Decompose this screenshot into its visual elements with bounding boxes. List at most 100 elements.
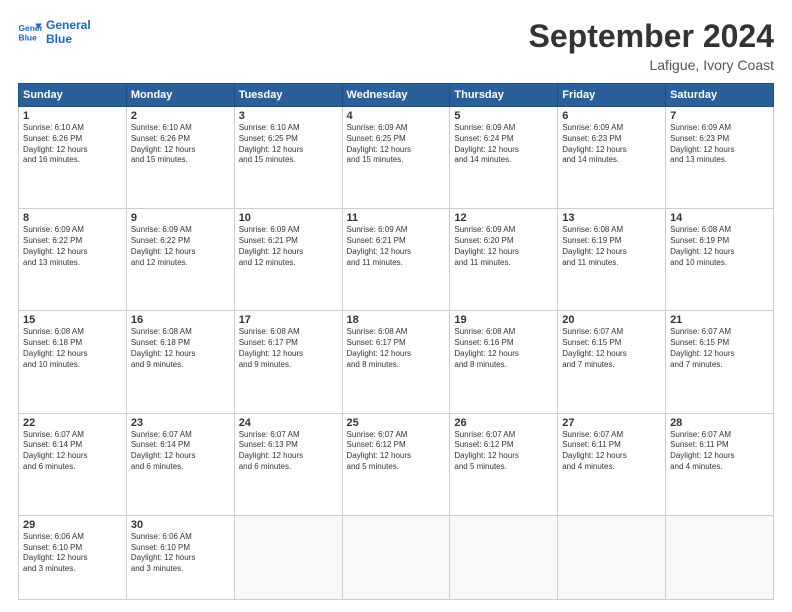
day-number: 22 <box>23 417 122 429</box>
day-info: Sunrise: 6:09 AMSunset: 6:23 PMDaylight:… <box>670 123 769 166</box>
day-info: Sunrise: 6:08 AMSunset: 6:18 PMDaylight:… <box>23 327 122 370</box>
title-block: September 2024 Lafigue, Ivory Coast <box>529 18 774 73</box>
day-number: 8 <box>23 212 122 224</box>
page-header: General Blue General Blue September 2024… <box>18 18 774 73</box>
day-info: Sunrise: 6:09 AMSunset: 6:21 PMDaylight:… <box>347 225 446 268</box>
day-number: 26 <box>454 417 553 429</box>
day-info: Sunrise: 6:09 AMSunset: 6:20 PMDaylight:… <box>454 225 553 268</box>
calendar-cell <box>450 515 558 599</box>
calendar-cell: 13Sunrise: 6:08 AMSunset: 6:19 PMDayligh… <box>558 209 666 311</box>
calendar-cell: 16Sunrise: 6:08 AMSunset: 6:18 PMDayligh… <box>126 311 234 413</box>
calendar-cell: 17Sunrise: 6:08 AMSunset: 6:17 PMDayligh… <box>234 311 342 413</box>
day-number: 15 <box>23 314 122 326</box>
weekday-header-wednesday: Wednesday <box>342 84 450 107</box>
day-number: 25 <box>347 417 446 429</box>
day-number: 7 <box>670 110 769 122</box>
calendar-cell: 21Sunrise: 6:07 AMSunset: 6:15 PMDayligh… <box>666 311 774 413</box>
calendar-cell: 4Sunrise: 6:09 AMSunset: 6:25 PMDaylight… <box>342 107 450 209</box>
day-info: Sunrise: 6:07 AMSunset: 6:13 PMDaylight:… <box>239 430 338 473</box>
calendar-table: SundayMondayTuesdayWednesdayThursdayFrid… <box>18 83 774 600</box>
calendar-cell: 11Sunrise: 6:09 AMSunset: 6:21 PMDayligh… <box>342 209 450 311</box>
day-number: 5 <box>454 110 553 122</box>
calendar-cell: 6Sunrise: 6:09 AMSunset: 6:23 PMDaylight… <box>558 107 666 209</box>
calendar-cell: 14Sunrise: 6:08 AMSunset: 6:19 PMDayligh… <box>666 209 774 311</box>
day-number: 2 <box>131 110 230 122</box>
day-info: Sunrise: 6:07 AMSunset: 6:14 PMDaylight:… <box>131 430 230 473</box>
location-title: Lafigue, Ivory Coast <box>529 57 774 73</box>
calendar-cell <box>666 515 774 599</box>
day-info: Sunrise: 6:07 AMSunset: 6:15 PMDaylight:… <box>562 327 661 370</box>
day-number: 21 <box>670 314 769 326</box>
day-info: Sunrise: 6:06 AMSunset: 6:10 PMDaylight:… <box>23 532 122 575</box>
day-info: Sunrise: 6:08 AMSunset: 6:19 PMDaylight:… <box>670 225 769 268</box>
day-info: Sunrise: 6:09 AMSunset: 6:24 PMDaylight:… <box>454 123 553 166</box>
day-number: 17 <box>239 314 338 326</box>
day-number: 3 <box>239 110 338 122</box>
calendar-cell: 12Sunrise: 6:09 AMSunset: 6:20 PMDayligh… <box>450 209 558 311</box>
calendar-cell: 24Sunrise: 6:07 AMSunset: 6:13 PMDayligh… <box>234 413 342 515</box>
day-number: 1 <box>23 110 122 122</box>
logo-blue: Blue <box>46 32 91 46</box>
day-number: 9 <box>131 212 230 224</box>
day-number: 23 <box>131 417 230 429</box>
day-number: 24 <box>239 417 338 429</box>
day-info: Sunrise: 6:07 AMSunset: 6:11 PMDaylight:… <box>562 430 661 473</box>
month-title: September 2024 <box>529 18 774 55</box>
calendar-cell: 27Sunrise: 6:07 AMSunset: 6:11 PMDayligh… <box>558 413 666 515</box>
day-info: Sunrise: 6:08 AMSunset: 6:18 PMDaylight:… <box>131 327 230 370</box>
calendar-cell: 2Sunrise: 6:10 AMSunset: 6:26 PMDaylight… <box>126 107 234 209</box>
calendar-cell: 7Sunrise: 6:09 AMSunset: 6:23 PMDaylight… <box>666 107 774 209</box>
calendar-cell <box>234 515 342 599</box>
calendar-cell: 20Sunrise: 6:07 AMSunset: 6:15 PMDayligh… <box>558 311 666 413</box>
day-info: Sunrise: 6:08 AMSunset: 6:19 PMDaylight:… <box>562 225 661 268</box>
day-info: Sunrise: 6:09 AMSunset: 6:25 PMDaylight:… <box>347 123 446 166</box>
day-info: Sunrise: 6:09 AMSunset: 6:22 PMDaylight:… <box>131 225 230 268</box>
day-info: Sunrise: 6:06 AMSunset: 6:10 PMDaylight:… <box>131 532 230 575</box>
calendar-cell <box>342 515 450 599</box>
day-number: 28 <box>670 417 769 429</box>
calendar-cell: 22Sunrise: 6:07 AMSunset: 6:14 PMDayligh… <box>19 413 127 515</box>
day-number: 16 <box>131 314 230 326</box>
weekday-header-friday: Friday <box>558 84 666 107</box>
day-info: Sunrise: 6:07 AMSunset: 6:11 PMDaylight:… <box>670 430 769 473</box>
calendar-cell: 23Sunrise: 6:07 AMSunset: 6:14 PMDayligh… <box>126 413 234 515</box>
calendar-cell: 30Sunrise: 6:06 AMSunset: 6:10 PMDayligh… <box>126 515 234 599</box>
day-number: 20 <box>562 314 661 326</box>
day-number: 6 <box>562 110 661 122</box>
day-info: Sunrise: 6:10 AMSunset: 6:26 PMDaylight:… <box>23 123 122 166</box>
day-number: 19 <box>454 314 553 326</box>
logo-general: General <box>46 18 91 32</box>
weekday-header-monday: Monday <box>126 84 234 107</box>
day-info: Sunrise: 6:09 AMSunset: 6:23 PMDaylight:… <box>562 123 661 166</box>
day-number: 14 <box>670 212 769 224</box>
calendar-cell: 8Sunrise: 6:09 AMSunset: 6:22 PMDaylight… <box>19 209 127 311</box>
day-info: Sunrise: 6:10 AMSunset: 6:25 PMDaylight:… <box>239 123 338 166</box>
svg-text:Blue: Blue <box>18 33 37 43</box>
calendar-cell: 19Sunrise: 6:08 AMSunset: 6:16 PMDayligh… <box>450 311 558 413</box>
calendar-cell: 29Sunrise: 6:06 AMSunset: 6:10 PMDayligh… <box>19 515 127 599</box>
calendar-cell: 1Sunrise: 6:10 AMSunset: 6:26 PMDaylight… <box>19 107 127 209</box>
calendar-cell: 28Sunrise: 6:07 AMSunset: 6:11 PMDayligh… <box>666 413 774 515</box>
day-info: Sunrise: 6:10 AMSunset: 6:26 PMDaylight:… <box>131 123 230 166</box>
calendar-cell: 3Sunrise: 6:10 AMSunset: 6:25 PMDaylight… <box>234 107 342 209</box>
day-info: Sunrise: 6:08 AMSunset: 6:17 PMDaylight:… <box>239 327 338 370</box>
weekday-header-sunday: Sunday <box>19 84 127 107</box>
calendar-cell <box>558 515 666 599</box>
calendar-cell: 10Sunrise: 6:09 AMSunset: 6:21 PMDayligh… <box>234 209 342 311</box>
logo: General Blue General Blue <box>18 18 91 47</box>
weekday-header-saturday: Saturday <box>666 84 774 107</box>
day-info: Sunrise: 6:09 AMSunset: 6:22 PMDaylight:… <box>23 225 122 268</box>
day-info: Sunrise: 6:07 AMSunset: 6:15 PMDaylight:… <box>670 327 769 370</box>
calendar-cell: 9Sunrise: 6:09 AMSunset: 6:22 PMDaylight… <box>126 209 234 311</box>
day-info: Sunrise: 6:08 AMSunset: 6:17 PMDaylight:… <box>347 327 446 370</box>
calendar-cell: 18Sunrise: 6:08 AMSunset: 6:17 PMDayligh… <box>342 311 450 413</box>
calendar-cell: 5Sunrise: 6:09 AMSunset: 6:24 PMDaylight… <box>450 107 558 209</box>
day-number: 27 <box>562 417 661 429</box>
day-info: Sunrise: 6:07 AMSunset: 6:12 PMDaylight:… <box>347 430 446 473</box>
weekday-header-tuesday: Tuesday <box>234 84 342 107</box>
calendar-cell: 25Sunrise: 6:07 AMSunset: 6:12 PMDayligh… <box>342 413 450 515</box>
day-number: 30 <box>131 519 230 531</box>
calendar-cell: 15Sunrise: 6:08 AMSunset: 6:18 PMDayligh… <box>19 311 127 413</box>
day-info: Sunrise: 6:08 AMSunset: 6:16 PMDaylight:… <box>454 327 553 370</box>
day-info: Sunrise: 6:07 AMSunset: 6:12 PMDaylight:… <box>454 430 553 473</box>
